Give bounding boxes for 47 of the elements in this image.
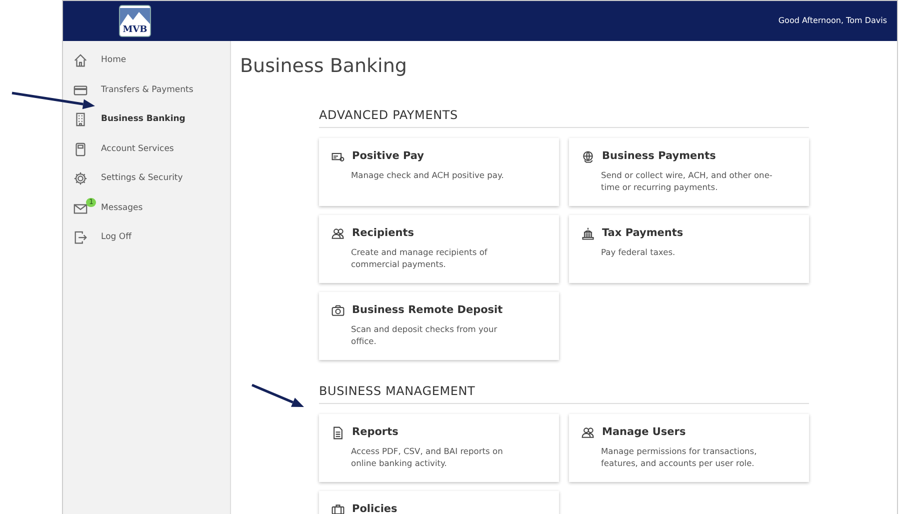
capitol-building-icon (581, 226, 595, 241)
greeting-text: Good Afternoon, Tom Davis (778, 15, 887, 27)
feature-card[interactable]: Business Remote Deposit Scan and deposit checks from your office. (319, 292, 559, 360)
page-title: Business Banking (240, 55, 408, 78)
camera-icon (331, 304, 345, 318)
bank-logo[interactable]: MVB (119, 5, 151, 37)
section-heading: BUSINESS MANAGEMENT (319, 382, 809, 404)
sidebar-item[interactable]: Business Banking (63, 105, 230, 134)
feature-card[interactable]: Tax Payments Pay federal taxes. (569, 214, 809, 283)
card-description: Manage check and ACH positive pay. (351, 168, 505, 182)
people-icon (581, 426, 595, 440)
home-icon (73, 53, 88, 68)
card-description: Access PDF, CSV, and BAI reports on online banking activity. (351, 444, 504, 470)
briefcase-icon (331, 502, 345, 514)
card-title: Business Payments (602, 148, 716, 164)
feature-card[interactable]: Recipients Create and manage recipients of commercial payments. (319, 214, 559, 283)
card-description: Manage permissions for transactions, features, and accounts per user role. (601, 444, 758, 470)
card-title: Tax Payments (602, 226, 684, 241)
calculator-icon (73, 142, 88, 157)
card-title: Business Remote Deposit (352, 302, 503, 318)
building-icon (73, 112, 88, 128)
sidebar-item[interactable]: Account Services (63, 134, 230, 164)
sidebar-item[interactable]: Settings & Security (63, 164, 230, 194)
document-icon (331, 426, 345, 440)
globe-icon (581, 150, 595, 164)
feature-card[interactable]: Manage Users Manage permissions for transactions, features, and accounts per user role. (569, 414, 809, 482)
feature-card[interactable]: Reports Access PDF, CSV, and BAI reports on online banking activity. (319, 414, 559, 482)
settings-icon (73, 171, 88, 186)
sidebar-item[interactable]: Log Off (63, 223, 230, 252)
card-description: Send or collect wire, ACH, and other one-time or recurring payments. (601, 168, 773, 194)
section-heading: ADVANCED PAYMENTS (319, 106, 809, 128)
card-description: Scan and deposit checks from your office. (351, 322, 498, 348)
people-icon (331, 226, 345, 241)
card-title: Policies (352, 502, 398, 514)
sidebar-item[interactable]: Home (63, 46, 230, 76)
card-description: Create and manage recipients of commercial payments. (351, 246, 488, 272)
feature-card[interactable]: Positive Pay Manage check and ACH positive pay. (319, 138, 559, 206)
credit-card-icon (73, 82, 88, 98)
card-title: Manage Users (602, 424, 686, 440)
feature-card[interactable]: Policies (319, 490, 559, 514)
card-title: Reports (352, 424, 398, 440)
card-title: Positive Pay (352, 148, 424, 164)
card-description: Pay federal taxes. (601, 246, 676, 258)
sidebar-item[interactable]: Transfers & Payments (63, 76, 230, 105)
logout-icon (73, 230, 88, 246)
feature-card[interactable]: Business Payments Send or collect wire, ACH, and other one-time or recurring payments. (569, 138, 809, 206)
card-title: Recipients (352, 226, 414, 241)
